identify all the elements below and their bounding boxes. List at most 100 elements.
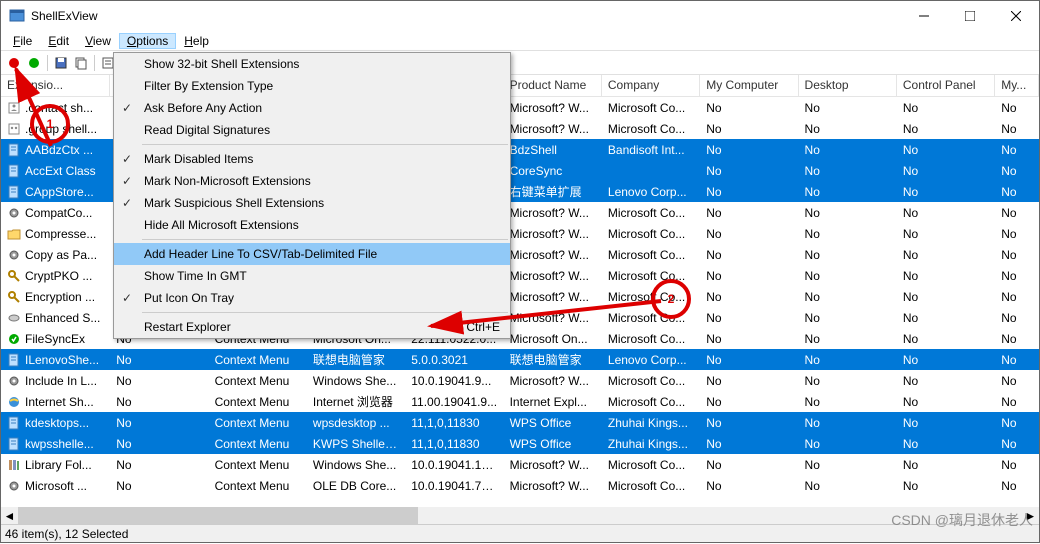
scroll-left-button[interactable]: ◄ [1,507,18,524]
table-row[interactable]: kdesktops...NoContext Menuwpsdesktop ...… [1,412,1039,433]
doc-icon [7,437,21,451]
window-title: ShellExView [31,9,901,23]
horizontal-scrollbar[interactable]: ◄ ► [1,507,1039,524]
menu-item[interactable]: ✓Ask Before Any Action [114,97,510,119]
menu-edit[interactable]: Edit [40,33,77,49]
save-button[interactable] [52,54,70,72]
disable-button[interactable] [5,54,23,72]
cell: Bandisoft Int... [602,143,700,157]
menu-file[interactable]: File [5,33,40,49]
cell: Encryption ... [1,290,110,304]
minimize-button[interactable] [901,1,947,31]
cell: No [799,122,897,136]
menu-help[interactable]: Help [176,33,217,49]
cell: BdzShell [504,143,602,157]
menu-item[interactable]: ✓Mark Suspicious Shell Extensions [114,192,510,214]
cell: No [897,374,995,388]
cell: WPS Office [504,416,602,430]
cell: No [799,101,897,115]
menu-item[interactable]: Show Time In GMT [114,265,510,287]
enable-button[interactable] [25,54,43,72]
cell: No [799,374,897,388]
column-header[interactable]: My Computer [700,75,798,96]
cell: Microsoft Co... [602,122,700,136]
column-header[interactable]: Product Name [504,75,602,96]
cell: Context Menu [209,458,307,472]
menu-options[interactable]: Options [119,33,176,49]
cell: Microsoft? W... [504,122,602,136]
cell: Internet Sh... [1,395,110,409]
menu-item[interactable]: Show 32-bit Shell Extensions [114,53,510,75]
cell: No [799,143,897,157]
cell: No [995,101,1039,115]
cell: Microsoft? W... [504,311,602,325]
cell: Compresse... [1,227,110,241]
cell: Context Menu [209,374,307,388]
cell: No [897,311,995,325]
cell: No [799,227,897,241]
menu-item[interactable]: ✓Mark Disabled Items [114,148,510,170]
cell: Lenovo Corp... [602,353,700,367]
cell: No [995,164,1039,178]
table-row[interactable]: Microsoft ...NoContext MenuOLE DB Core..… [1,475,1039,496]
cell: Lenovo Corp... [602,185,700,199]
doc-icon [7,164,21,178]
cell: 11,1,0,11830 [405,416,503,430]
menu-view[interactable]: View [77,33,119,49]
table-row[interactable]: Include In L...NoContext MenuWindows She… [1,370,1039,391]
table-row[interactable]: Internet Sh...NoContext MenuInternet 浏览器… [1,391,1039,412]
cell: 右键菜单扩展 [504,183,602,200]
cell: Context Menu [209,479,307,493]
cell: No [700,185,798,199]
cell: 11,1,0,11830 [405,437,503,451]
cell: No [110,479,208,493]
disk-icon [7,311,21,325]
cell: No [995,374,1039,388]
cell: CryptPKO ... [1,269,110,283]
cell: Include In L... [1,374,110,388]
menu-item[interactable]: Restart ExplorerCtrl+E [114,316,510,338]
cell: No [700,374,798,388]
column-header[interactable]: Extensio... [1,75,110,96]
menu-item[interactable]: ✓Put Icon On Tray [114,287,510,309]
cell: Microsoft? W... [504,206,602,220]
cell: No [799,248,897,262]
menu-item[interactable]: ✓Mark Non-Microsoft Extensions [114,170,510,192]
cell: No [897,395,995,409]
column-header[interactable]: My... [995,75,1039,96]
copy-button[interactable] [72,54,90,72]
doc-icon [7,353,21,367]
cell: No [897,458,995,472]
cell: Microsoft ... [1,479,110,493]
menu-separator [142,312,508,313]
cell: No [110,416,208,430]
cell: OLE DB Core... [307,479,405,493]
cell: No [700,353,798,367]
column-header[interactable]: Company [602,75,700,96]
cell: Microsoft? W... [504,374,602,388]
table-row[interactable]: kwpsshelle...NoContext MenuKWPS Shellex.… [1,433,1039,454]
cell: Microsoft Co... [602,479,700,493]
cell: No [799,353,897,367]
column-header[interactable]: Control Panel [897,75,995,96]
cell: No [799,269,897,283]
menu-item[interactable]: Add Header Line To CSV/Tab-Delimited Fil… [114,243,510,265]
maximize-button[interactable] [947,1,993,31]
menu-item[interactable]: Hide All Microsoft Extensions [114,214,510,236]
column-header[interactable]: Desktop [799,75,897,96]
menu-item[interactable]: Filter By Extension Type [114,75,510,97]
table-row[interactable]: ILenovoShe...NoContext Menu联想电脑管家5.0.0.3… [1,349,1039,370]
cell: No [897,290,995,304]
cell: No [897,185,995,199]
table-row[interactable]: Library Fol...NoContext MenuWindows She.… [1,454,1039,475]
cell: Microsoft Co... [602,458,700,472]
menu-item[interactable]: Read Digital Signatures [114,119,510,141]
sync-icon [7,332,21,346]
cell: 联想电脑管家 [504,351,602,368]
scroll-thumb[interactable] [18,507,418,524]
cell: No [799,395,897,409]
close-button[interactable] [993,1,1039,31]
cell: No [897,269,995,283]
cell: Microsoft? W... [504,458,602,472]
cell: No [700,227,798,241]
